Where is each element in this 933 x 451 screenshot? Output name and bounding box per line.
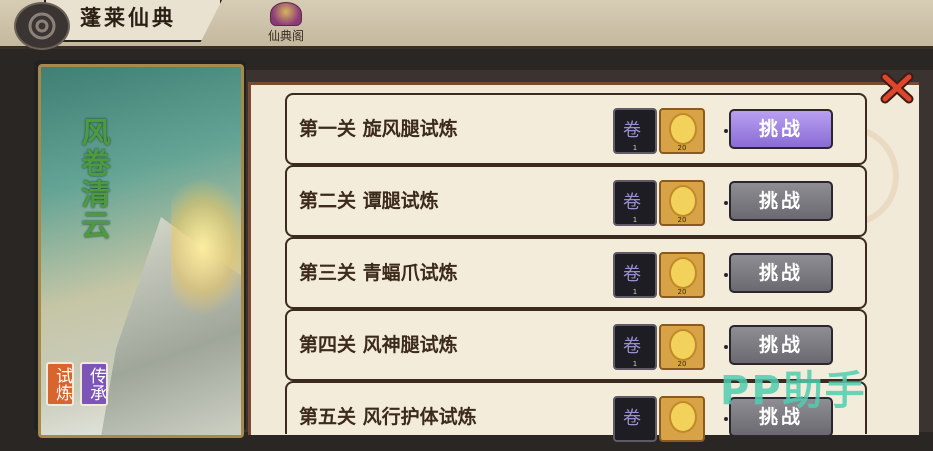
dot-decoration [724,273,728,277]
card-title: 风卷清云 [77,117,111,241]
dot-decoration [724,129,728,133]
coin-count: 20 [677,288,687,296]
book-count: 1 [632,216,638,224]
pavilion-label: 仙典阁 [267,29,304,43]
challenge-button[interactable]: 挑战 [729,181,833,221]
level-name: 第五关 风行护体试炼 [299,406,477,428]
spiral-emblem-icon [28,12,56,40]
gold-coin-icon[interactable]: 20 [659,180,705,226]
book-count: 1 [632,360,638,368]
book-count: 1 [632,288,638,296]
tab-trial[interactable]: 试炼 [46,362,74,406]
gold-coin-icon[interactable] [659,396,705,442]
challenge-button[interactable]: 挑战 [729,109,833,149]
level-name: 第三关 青蝠爪试炼 [299,262,458,284]
skill-book-icon[interactable]: 卷1 [613,180,657,226]
gold-coin-icon[interactable]: 20 [659,324,705,370]
coin-count: 20 [677,216,687,224]
tab-legacy[interactable]: 传承 [80,362,108,406]
red-x-icon [880,72,914,104]
gold-coin-icon[interactable]: 20 [659,252,705,298]
pavilion-nav[interactable]: 仙典阁 [260,0,312,46]
level-name: 第二关 谭腿试炼 [299,190,439,212]
skill-book-icon[interactable]: 卷 [613,396,657,442]
level-row: 第三关 青蝠爪试炼 卷1 20 挑战 [285,237,867,309]
level-row: 第一关 旋风腿试炼 卷1 20 挑战 [285,93,867,165]
coin-count: 20 [677,144,687,152]
top-bar: 蓬莱仙典 仙典阁 [0,0,933,50]
level-name: 第四关 风神腿试炼 [299,334,458,356]
skill-book-icon[interactable]: 卷1 [613,252,657,298]
dot-decoration [724,345,728,349]
watermark: PP助手 [720,368,867,414]
gold-coin-icon[interactable]: 20 [659,108,705,154]
dot-decoration [724,201,728,205]
page-title: 蓬莱仙典 [80,5,176,30]
book-count: 1 [632,144,638,152]
level-name: 第一关 旋风腿试炼 [299,118,458,140]
back-button[interactable] [14,2,70,50]
level-row: 第二关 谭腿试炼 卷1 20 挑战 [285,165,867,237]
dot-decoration [724,417,728,421]
pavilion-icon [270,2,302,26]
skill-book-icon[interactable]: 卷1 [613,108,657,154]
coin-count: 20 [677,360,687,368]
skill-book-icon[interactable]: 卷1 [613,324,657,370]
challenge-button[interactable]: 挑战 [729,253,833,293]
close-button[interactable] [878,70,916,106]
golden-wind-art [171,177,241,317]
